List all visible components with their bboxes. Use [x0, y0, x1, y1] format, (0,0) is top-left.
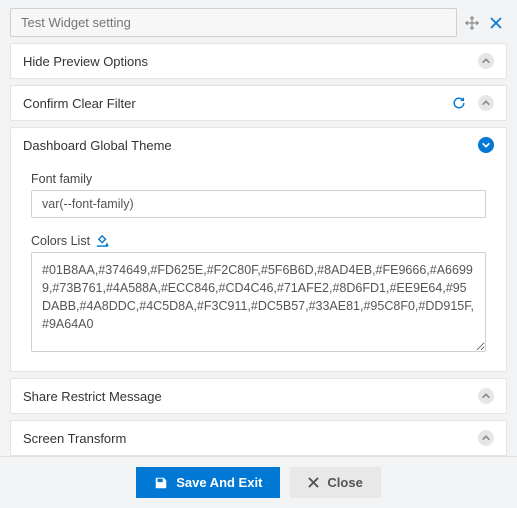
section-header-screen-transform[interactable]: Screen Transform — [11, 421, 506, 455]
title-input[interactable] — [10, 8, 457, 37]
section-title: Screen Transform — [23, 431, 478, 446]
section-header-hide-preview[interactable]: Hide Preview Options — [11, 44, 506, 78]
paint-bucket-icon[interactable] — [96, 234, 110, 248]
section-body-global-theme: Font family Colors List — [11, 162, 506, 371]
chevron-up-icon — [478, 53, 494, 69]
section-header-global-theme[interactable]: Dashboard Global Theme — [11, 128, 506, 162]
save-button-label: Save And Exit — [176, 475, 262, 490]
close-icon — [308, 477, 319, 488]
title-bar — [0, 0, 517, 43]
settings-panel: Hide Preview Options Confirm Clear Filte… — [0, 0, 517, 508]
refresh-icon[interactable] — [452, 96, 466, 110]
sections-scroll[interactable]: Hide Preview Options Confirm Clear Filte… — [0, 43, 517, 456]
section-share-restrict: Share Restrict Message — [10, 378, 507, 414]
footer: Save And Exit Close — [0, 456, 517, 508]
section-header-share-restrict[interactable]: Share Restrict Message — [11, 379, 506, 413]
colors-list-label-text: Colors List — [31, 234, 90, 248]
colors-list-label: Colors List — [31, 234, 486, 248]
chevron-up-icon — [478, 430, 494, 446]
chevron-up-icon — [478, 95, 494, 111]
chevron-up-icon — [478, 388, 494, 404]
save-icon — [154, 476, 168, 490]
close-icon[interactable] — [489, 16, 503, 30]
save-button[interactable]: Save And Exit — [136, 467, 280, 498]
section-title: Hide Preview Options — [23, 54, 478, 69]
chevron-down-icon — [478, 137, 494, 153]
close-button[interactable]: Close — [290, 467, 380, 498]
font-family-label: Font family — [31, 172, 486, 186]
move-icon[interactable] — [465, 16, 479, 30]
close-button-label: Close — [327, 475, 362, 490]
section-hide-preview: Hide Preview Options — [10, 43, 507, 79]
section-global-theme: Dashboard Global Theme Font family Color… — [10, 127, 507, 372]
section-header-confirm-clear[interactable]: Confirm Clear Filter — [11, 86, 506, 120]
section-screen-transform: Screen Transform — [10, 420, 507, 456]
colors-list-textarea[interactable] — [31, 252, 486, 352]
titlebar-icons — [465, 16, 507, 30]
section-title: Confirm Clear Filter — [23, 96, 452, 111]
section-title: Dashboard Global Theme — [23, 138, 478, 153]
font-family-input[interactable] — [31, 190, 486, 218]
section-confirm-clear: Confirm Clear Filter — [10, 85, 507, 121]
section-title: Share Restrict Message — [23, 389, 478, 404]
